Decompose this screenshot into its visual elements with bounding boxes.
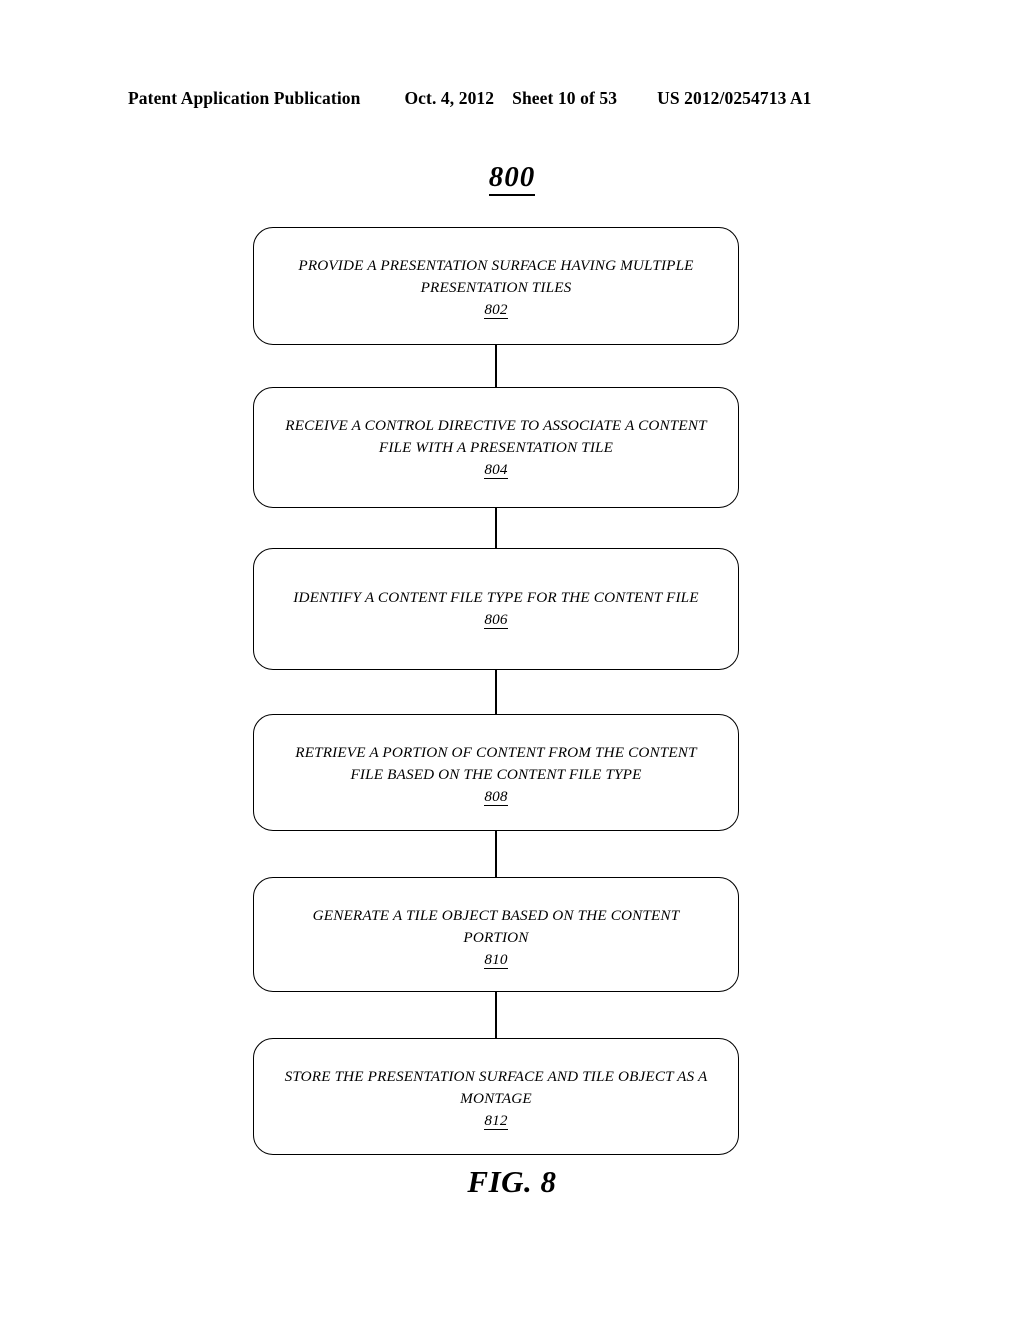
flowchart-diagram: PROVIDE A PRESENTATION SURFACE HAVING MU… [0, 0, 1024, 1320]
flowchart-node-804-text: RECEIVE A CONTROL DIRECTIVE TO ASSOCIATE… [254, 415, 738, 481]
flowchart-node-804: RECEIVE A CONTROL DIRECTIVE TO ASSOCIATE… [253, 387, 739, 508]
flowchart-node-808-ref: 808 [261, 786, 731, 808]
flowchart-node-808: RETRIEVE A PORTION OF CONTENT FROM THE C… [253, 714, 739, 831]
flowchart-node-804-line-2: FILE WITH A PRESENTATION TILE [378, 439, 614, 456]
flowchart-node-812-text: STORE THE PRESENTATION SURFACE AND TILE … [254, 1066, 738, 1132]
flowchart-node-810: GENERATE A TILE OBJECT BASED ON THE CONT… [253, 877, 739, 992]
flowchart-node-802-text: PROVIDE A PRESENTATION SURFACE HAVING MU… [254, 255, 738, 321]
flowchart-connector-808-810 [495, 831, 497, 877]
flowchart-node-812-line-1: STORE THE PRESENTATION SURFACE AND TILE … [284, 1068, 708, 1085]
flowchart-node-802-line-1: PROVIDE A PRESENTATION SURFACE HAVING MU… [298, 257, 694, 274]
flowchart-node-804-ref-value: 804 [484, 461, 508, 479]
flowchart-node-808-ref-value: 808 [484, 788, 508, 806]
flowchart-node-808-line-2: FILE BASED ON THE CONTENT FILE TYPE [350, 766, 642, 783]
flowchart-node-804-ref: 804 [261, 459, 731, 481]
flowchart-node-812-ref-value: 812 [484, 1112, 508, 1130]
flowchart-node-810-text: GENERATE A TILE OBJECT BASED ON THE CONT… [254, 905, 738, 971]
flowchart-node-812: STORE THE PRESENTATION SURFACE AND TILE … [253, 1038, 739, 1155]
flowchart-node-806-text: IDENTIFY A CONTENT FILE TYPE FOR THE CON… [254, 587, 738, 631]
flowchart-node-812-ref: 812 [261, 1110, 731, 1132]
flowchart-node-810-ref: 810 [261, 949, 731, 971]
flowchart-node-810-ref-value: 810 [484, 951, 508, 969]
flowchart-connector-806-808 [495, 670, 497, 714]
flowchart-node-806-ref: 806 [261, 609, 731, 631]
flowchart-node-804-line-1: RECEIVE A CONTROL DIRECTIVE TO ASSOCIATE… [285, 417, 707, 434]
flowchart-node-806-line-1: IDENTIFY A CONTENT FILE TYPE FOR THE CON… [293, 589, 699, 606]
flowchart-node-810-line-2: PORTION [463, 929, 529, 946]
flowchart-node-802: PROVIDE A PRESENTATION SURFACE HAVING MU… [253, 227, 739, 345]
figure-caption: FIG. 8 [467, 1164, 557, 1199]
flowchart-node-806: IDENTIFY A CONTENT FILE TYPE FOR THE CON… [253, 548, 739, 670]
flowchart-node-808-line-1: RETRIEVE A PORTION OF CONTENT FROM THE C… [295, 744, 697, 761]
flowchart-node-802-ref: 802 [261, 299, 731, 321]
flowchart-node-802-ref-value: 802 [484, 301, 508, 319]
flowchart-node-802-line-2: PRESENTATION TILES [420, 279, 572, 296]
flowchart-node-806-ref-value: 806 [484, 611, 508, 629]
flowchart-node-810-line-1: GENERATE A TILE OBJECT BASED ON THE CONT… [312, 907, 680, 924]
flowchart-connector-804-806 [495, 508, 497, 548]
flowchart-connector-810-812 [495, 992, 497, 1038]
flowchart-node-808-text: RETRIEVE A PORTION OF CONTENT FROM THE C… [254, 742, 738, 808]
flowchart-connector-802-804 [495, 345, 497, 387]
flowchart-node-812-line-2: MONTAGE [460, 1090, 532, 1107]
